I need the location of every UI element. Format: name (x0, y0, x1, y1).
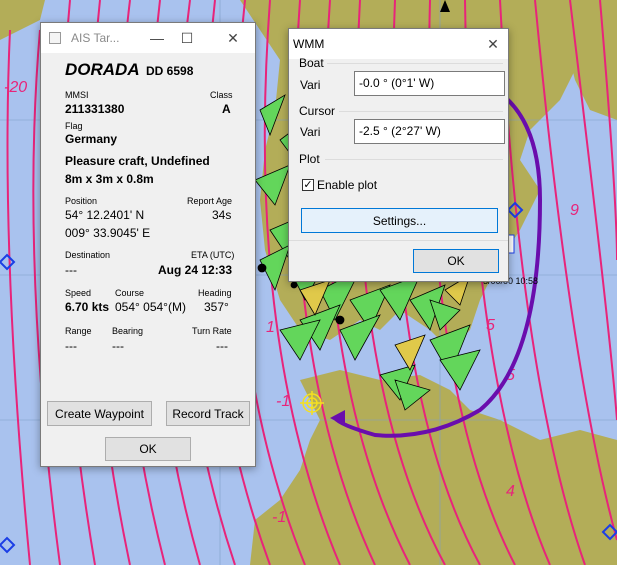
ais-titlebar[interactable]: AIS Tar... — ☐ ✕ (41, 23, 255, 53)
plot-group-label: Plot (299, 152, 320, 166)
cursor-vari-label: Vari (300, 125, 321, 139)
wmm-window: WMM ✕ Boat Vari -0.0 ° (0°1' W) Cursor V… (288, 28, 509, 282)
boat-group-label: Boat (299, 56, 324, 70)
contour-label: 4 (506, 483, 515, 500)
eta-value: Aug 24 12:33 (158, 263, 233, 277)
turn-rate-label: Turn Rate (192, 326, 232, 336)
cursor-group-label: Cursor (299, 104, 336, 118)
settings-button[interactable]: Settings... (301, 208, 498, 233)
wmm-footer-divider (289, 240, 508, 241)
mmsi-value: 211331380 (65, 102, 125, 116)
enable-plot-checkbox[interactable]: ✓ (302, 179, 314, 191)
contour-label: 9 (570, 202, 579, 219)
record-track-button[interactable]: Record Track (166, 401, 250, 426)
speed-label: Speed (65, 288, 92, 298)
flag-value: Germany (65, 132, 118, 146)
enable-plot-label[interactable]: Enable plot (317, 178, 377, 192)
ais-window-title: AIS Tar... (71, 31, 120, 45)
range-label: Range (65, 326, 92, 336)
eta-label: ETA (UTC) (191, 250, 235, 260)
bearing-label: Bearing (112, 326, 144, 336)
vessel-name: DORADA (65, 60, 140, 79)
contour-label: 1 (266, 319, 275, 336)
cursor-vari-field: -2.5 ° (2°27' W) (354, 119, 505, 144)
class-label: Class (210, 90, 233, 100)
heading-label: Heading (198, 288, 232, 298)
contour-label: -20 (4, 79, 27, 96)
ais-app-icon (49, 32, 61, 44)
boat-vari-label: Vari (300, 78, 321, 92)
report-age-value: 34s (212, 208, 232, 222)
contour-label: -1 (272, 509, 286, 526)
mmsi-label: MMSI (65, 90, 89, 100)
vessel-callsign: DD 6598 (146, 64, 194, 78)
boat-group-divider (327, 63, 503, 64)
boat-vari-field: -0.0 ° (0°1' W) (354, 71, 505, 96)
wmm-titlebar[interactable]: WMM ✕ (289, 29, 508, 59)
create-waypoint-button[interactable]: Create Waypoint (47, 401, 152, 426)
ais-ok-button[interactable]: OK (105, 437, 191, 461)
close-icon[interactable]: ✕ (479, 31, 507, 57)
destination-value: --- (65, 263, 77, 277)
minimize-icon[interactable]: — (143, 25, 171, 51)
wmm-ok-button[interactable]: OK (413, 249, 499, 273)
ais-target-window: AIS Tar... — ☐ ✕ DORADA DD 6598 MMSI Cla… (40, 22, 256, 467)
course-label: Course (115, 288, 145, 298)
flag-label: Flag (65, 121, 83, 131)
speed-value: 6.70 kts (65, 300, 110, 314)
class-value: A (222, 102, 231, 116)
contour-label: -1 (276, 393, 290, 410)
report-age-label: Report Age (187, 196, 233, 206)
cursor-group-divider (339, 111, 503, 112)
vessel-dimensions: 8m x 3m x 0.8m (65, 172, 154, 186)
range-value: --- (65, 339, 77, 353)
vessel-type: Pleasure craft, Undefined (65, 154, 210, 168)
destination-label: Destination (65, 250, 111, 260)
contour-label: 5 (486, 317, 495, 334)
close-icon[interactable]: ✕ (219, 25, 247, 51)
course-value: 054° 054°(M) (115, 300, 186, 314)
plot-group-divider (325, 159, 503, 160)
position-label: Position (65, 196, 98, 206)
maximize-icon[interactable]: ☐ (173, 25, 201, 51)
wmm-window-title: WMM (293, 37, 325, 51)
heading-value: 357° (204, 300, 229, 314)
turn-rate-value: --- (216, 339, 228, 353)
position-lon: 009° 33.9045' E (65, 226, 151, 240)
position-lat: 54° 12.2401' N (65, 208, 145, 222)
bearing-value: --- (112, 339, 124, 353)
